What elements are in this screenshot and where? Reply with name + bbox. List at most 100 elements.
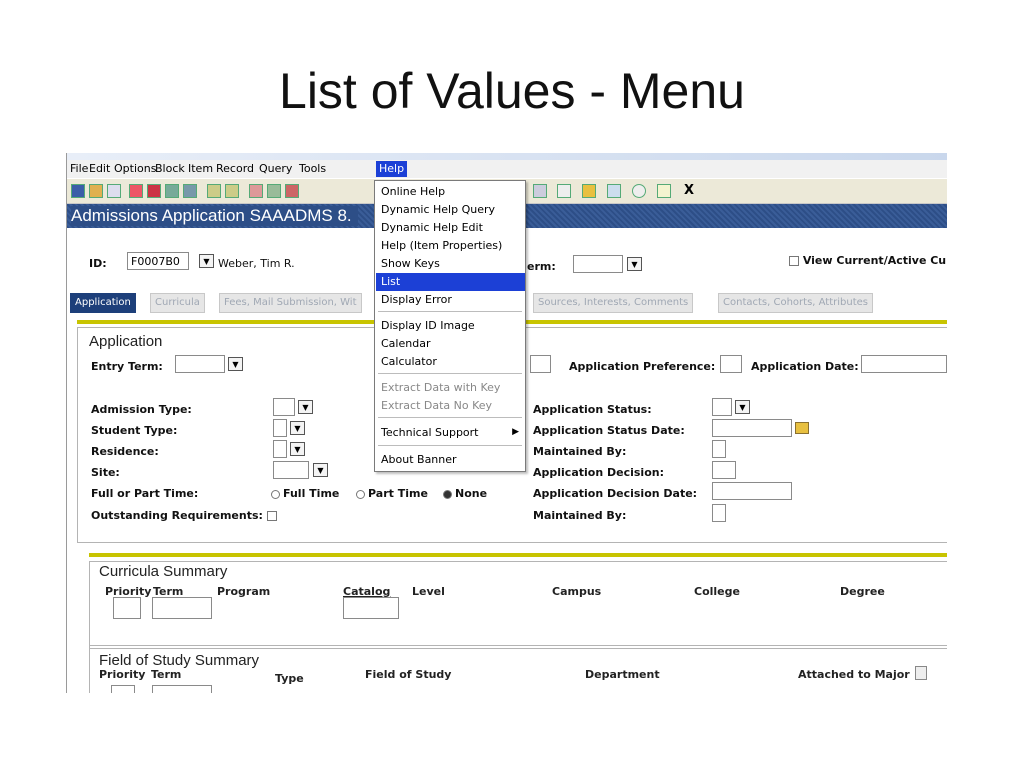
curricula-catalog-field[interactable] <box>343 597 399 619</box>
execute-query-icon[interactable] <box>225 184 239 198</box>
help-menu-calculator[interactable]: Calculator <box>381 355 437 368</box>
outstanding-checkbox[interactable] <box>266 511 277 521</box>
tab-curricula[interactable]: Curricula <box>150 293 205 313</box>
help-menu-item-properties[interactable]: Help (Item Properties) <box>381 239 502 252</box>
document-icon[interactable] <box>915 666 927 680</box>
full-time-text: Full Time <box>283 487 340 500</box>
app-decision-field[interactable] <box>712 461 736 479</box>
student-type-field[interactable] <box>273 419 287 437</box>
submenu-arrow-icon: ▶ <box>512 427 519 437</box>
view-current-checkbox[interactable] <box>789 256 799 266</box>
admission-type-lookup[interactable]: ▼ <box>298 400 313 414</box>
part-time-radio[interactable]: Part Time <box>356 487 428 500</box>
menu-block[interactable]: Block <box>155 162 185 175</box>
help-menu-dynamic-help-query[interactable]: Dynamic Help Query <box>381 203 495 216</box>
fos-priority-field[interactable] <box>111 685 135 693</box>
print-icon[interactable] <box>107 184 121 198</box>
term-lookup-button[interactable]: ▼ <box>627 257 642 271</box>
speaker-icon[interactable] <box>557 184 571 198</box>
insert-record-icon[interactable] <box>129 184 143 198</box>
menu-file[interactable]: File <box>70 162 88 175</box>
help-menu-show-keys[interactable]: Show Keys <box>381 257 440 270</box>
site-field[interactable] <box>273 461 309 479</box>
help-icon[interactable] <box>632 184 646 198</box>
exit-icon[interactable] <box>285 184 299 198</box>
menu-record[interactable]: Record <box>216 162 254 175</box>
fos-col-term: Term <box>151 668 182 681</box>
fos-col-department: Department <box>585 668 660 681</box>
close-form-icon[interactable]: X <box>684 183 694 198</box>
outstanding-text: Outstanding Requirements: <box>91 509 263 522</box>
view-current-text: View Current/Active Cu <box>802 254 947 267</box>
curricula-term-field[interactable] <box>152 597 212 619</box>
save-icon[interactable] <box>71 184 85 198</box>
help-menu-calendar[interactable]: Calendar <box>381 337 430 350</box>
calendar-icon[interactable] <box>795 422 809 434</box>
none-radio-dot <box>443 489 452 499</box>
previous-block-icon[interactable] <box>165 184 179 198</box>
app-number-field[interactable] <box>530 355 551 373</box>
export-icon[interactable] <box>267 184 281 198</box>
app-preference-field[interactable] <box>720 355 742 373</box>
id-field[interactable]: F0007B0 <box>127 252 189 270</box>
menu-edit[interactable]: Edit <box>89 162 110 175</box>
help-menu-list[interactable]: List <box>376 273 525 291</box>
app-status-field[interactable] <box>712 398 732 416</box>
attachments-icon[interactable] <box>533 184 547 198</box>
menu-item[interactable]: Item <box>188 162 213 175</box>
app-decision-date-label: Application Decision Date: <box>533 487 698 500</box>
tab-contacts[interactable]: Contacts, Cohorts, Attributes <box>718 293 873 313</box>
app-decision-date-field[interactable] <box>712 482 792 500</box>
menu-query[interactable]: Query <box>259 162 292 175</box>
tab-application[interactable]: Application <box>70 293 136 313</box>
tab-sources[interactable]: Sources, Interests, Comments <box>533 293 694 313</box>
help-menu-extract-with-key: Extract Data with Key <box>381 381 501 394</box>
enter-query-icon[interactable] <box>207 184 221 198</box>
full-time-radio[interactable]: Full Time <box>271 487 339 500</box>
rollback-icon[interactable] <box>89 184 103 198</box>
maintained-by-label-2: Maintained By: <box>533 509 627 522</box>
network-icon[interactable] <box>607 184 621 198</box>
student-type-lookup[interactable]: ▼ <box>290 421 305 435</box>
term-field[interactable] <box>573 255 623 273</box>
menu-options[interactable]: Options <box>114 162 156 175</box>
workflow-icon[interactable] <box>582 184 596 198</box>
next-block-icon[interactable] <box>183 184 197 198</box>
admission-type-label: Admission Type: <box>91 403 192 416</box>
cancel-query-icon[interactable] <box>249 184 263 198</box>
menu-tools[interactable]: Tools <box>299 162 326 175</box>
lightbulb-icon[interactable] <box>657 184 671 198</box>
curricula-priority-field[interactable] <box>113 597 141 619</box>
fos-col-field: Field of Study <box>365 668 452 681</box>
entry-term-lookup[interactable]: ▼ <box>228 357 243 371</box>
fos-term-field[interactable] <box>152 685 212 693</box>
app-status-lookup[interactable]: ▼ <box>735 400 750 414</box>
remove-record-icon[interactable] <box>147 184 161 198</box>
help-menu-about-banner[interactable]: About Banner <box>381 453 457 466</box>
help-menu-dropdown: Online Help Dynamic Help Query Dynamic H… <box>374 180 526 472</box>
admission-type-field[interactable] <box>273 398 295 416</box>
maintained-by-field-2[interactable] <box>712 504 726 522</box>
help-menu-online-help[interactable]: Online Help <box>381 185 445 198</box>
app-date-field[interactable] <box>861 355 947 373</box>
student-type-label: Student Type: <box>91 424 178 437</box>
help-menu-dynamic-help-edit[interactable]: Dynamic Help Edit <box>381 221 483 234</box>
tab-fees[interactable]: Fees, Mail Submission, Wit <box>219 293 362 313</box>
curricula-summary-title: Curricula Summary <box>99 563 228 580</box>
col-level: Level <box>412 585 445 598</box>
menu-separator <box>378 445 522 446</box>
id-lookup-button[interactable]: ▼ <box>199 254 214 268</box>
residence-lookup[interactable]: ▼ <box>290 442 305 456</box>
help-menu-technical-support[interactable]: Technical Support <box>381 426 479 439</box>
menu-help[interactable]: Help <box>376 161 408 177</box>
site-label: Site: <box>91 466 120 479</box>
site-lookup[interactable]: ▼ <box>313 463 328 477</box>
help-menu-display-error[interactable]: Display Error <box>381 293 452 306</box>
residence-field[interactable] <box>273 440 287 458</box>
app-status-date-field[interactable] <box>712 419 792 437</box>
maintained-by-field[interactable] <box>712 440 726 458</box>
banner-screenshot: File Edit Options Block Item Record Quer… <box>66 153 947 693</box>
help-menu-display-id-image[interactable]: Display ID Image <box>381 319 475 332</box>
entry-term-field[interactable] <box>175 355 225 373</box>
none-radio[interactable]: None <box>443 487 487 500</box>
